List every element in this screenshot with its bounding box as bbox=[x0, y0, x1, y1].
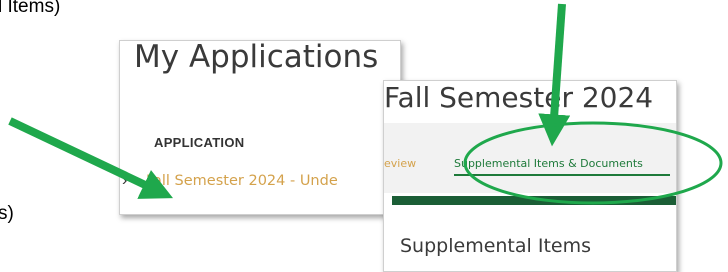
active-tab-underline bbox=[454, 174, 670, 176]
page-title: My Applications bbox=[134, 40, 379, 75]
section-title: Supplemental Items bbox=[400, 235, 591, 257]
section-divider-bar bbox=[392, 196, 676, 205]
tab-supplemental-items-documents[interactable]: Supplemental Items & Documents bbox=[454, 157, 643, 170]
tab-review[interactable]: eview bbox=[384, 157, 416, 170]
chevron-right-icon: › bbox=[122, 172, 128, 189]
application-column-header: APPLICATION bbox=[154, 135, 245, 150]
my-applications-screenshot: My Applications APPLICATION › Fall Semes… bbox=[119, 40, 401, 215]
document-text-fragment-bottom: s) bbox=[0, 203, 14, 224]
document-text-fragment-top: l Items) bbox=[0, 0, 61, 17]
application-link[interactable]: Fall Semester 2024 - Unde bbox=[146, 173, 338, 189]
application-detail-screenshot: Fall Semester 2024 eview Supplemental It… bbox=[383, 80, 677, 272]
application-title: Fall Semester 2024 bbox=[384, 81, 654, 114]
